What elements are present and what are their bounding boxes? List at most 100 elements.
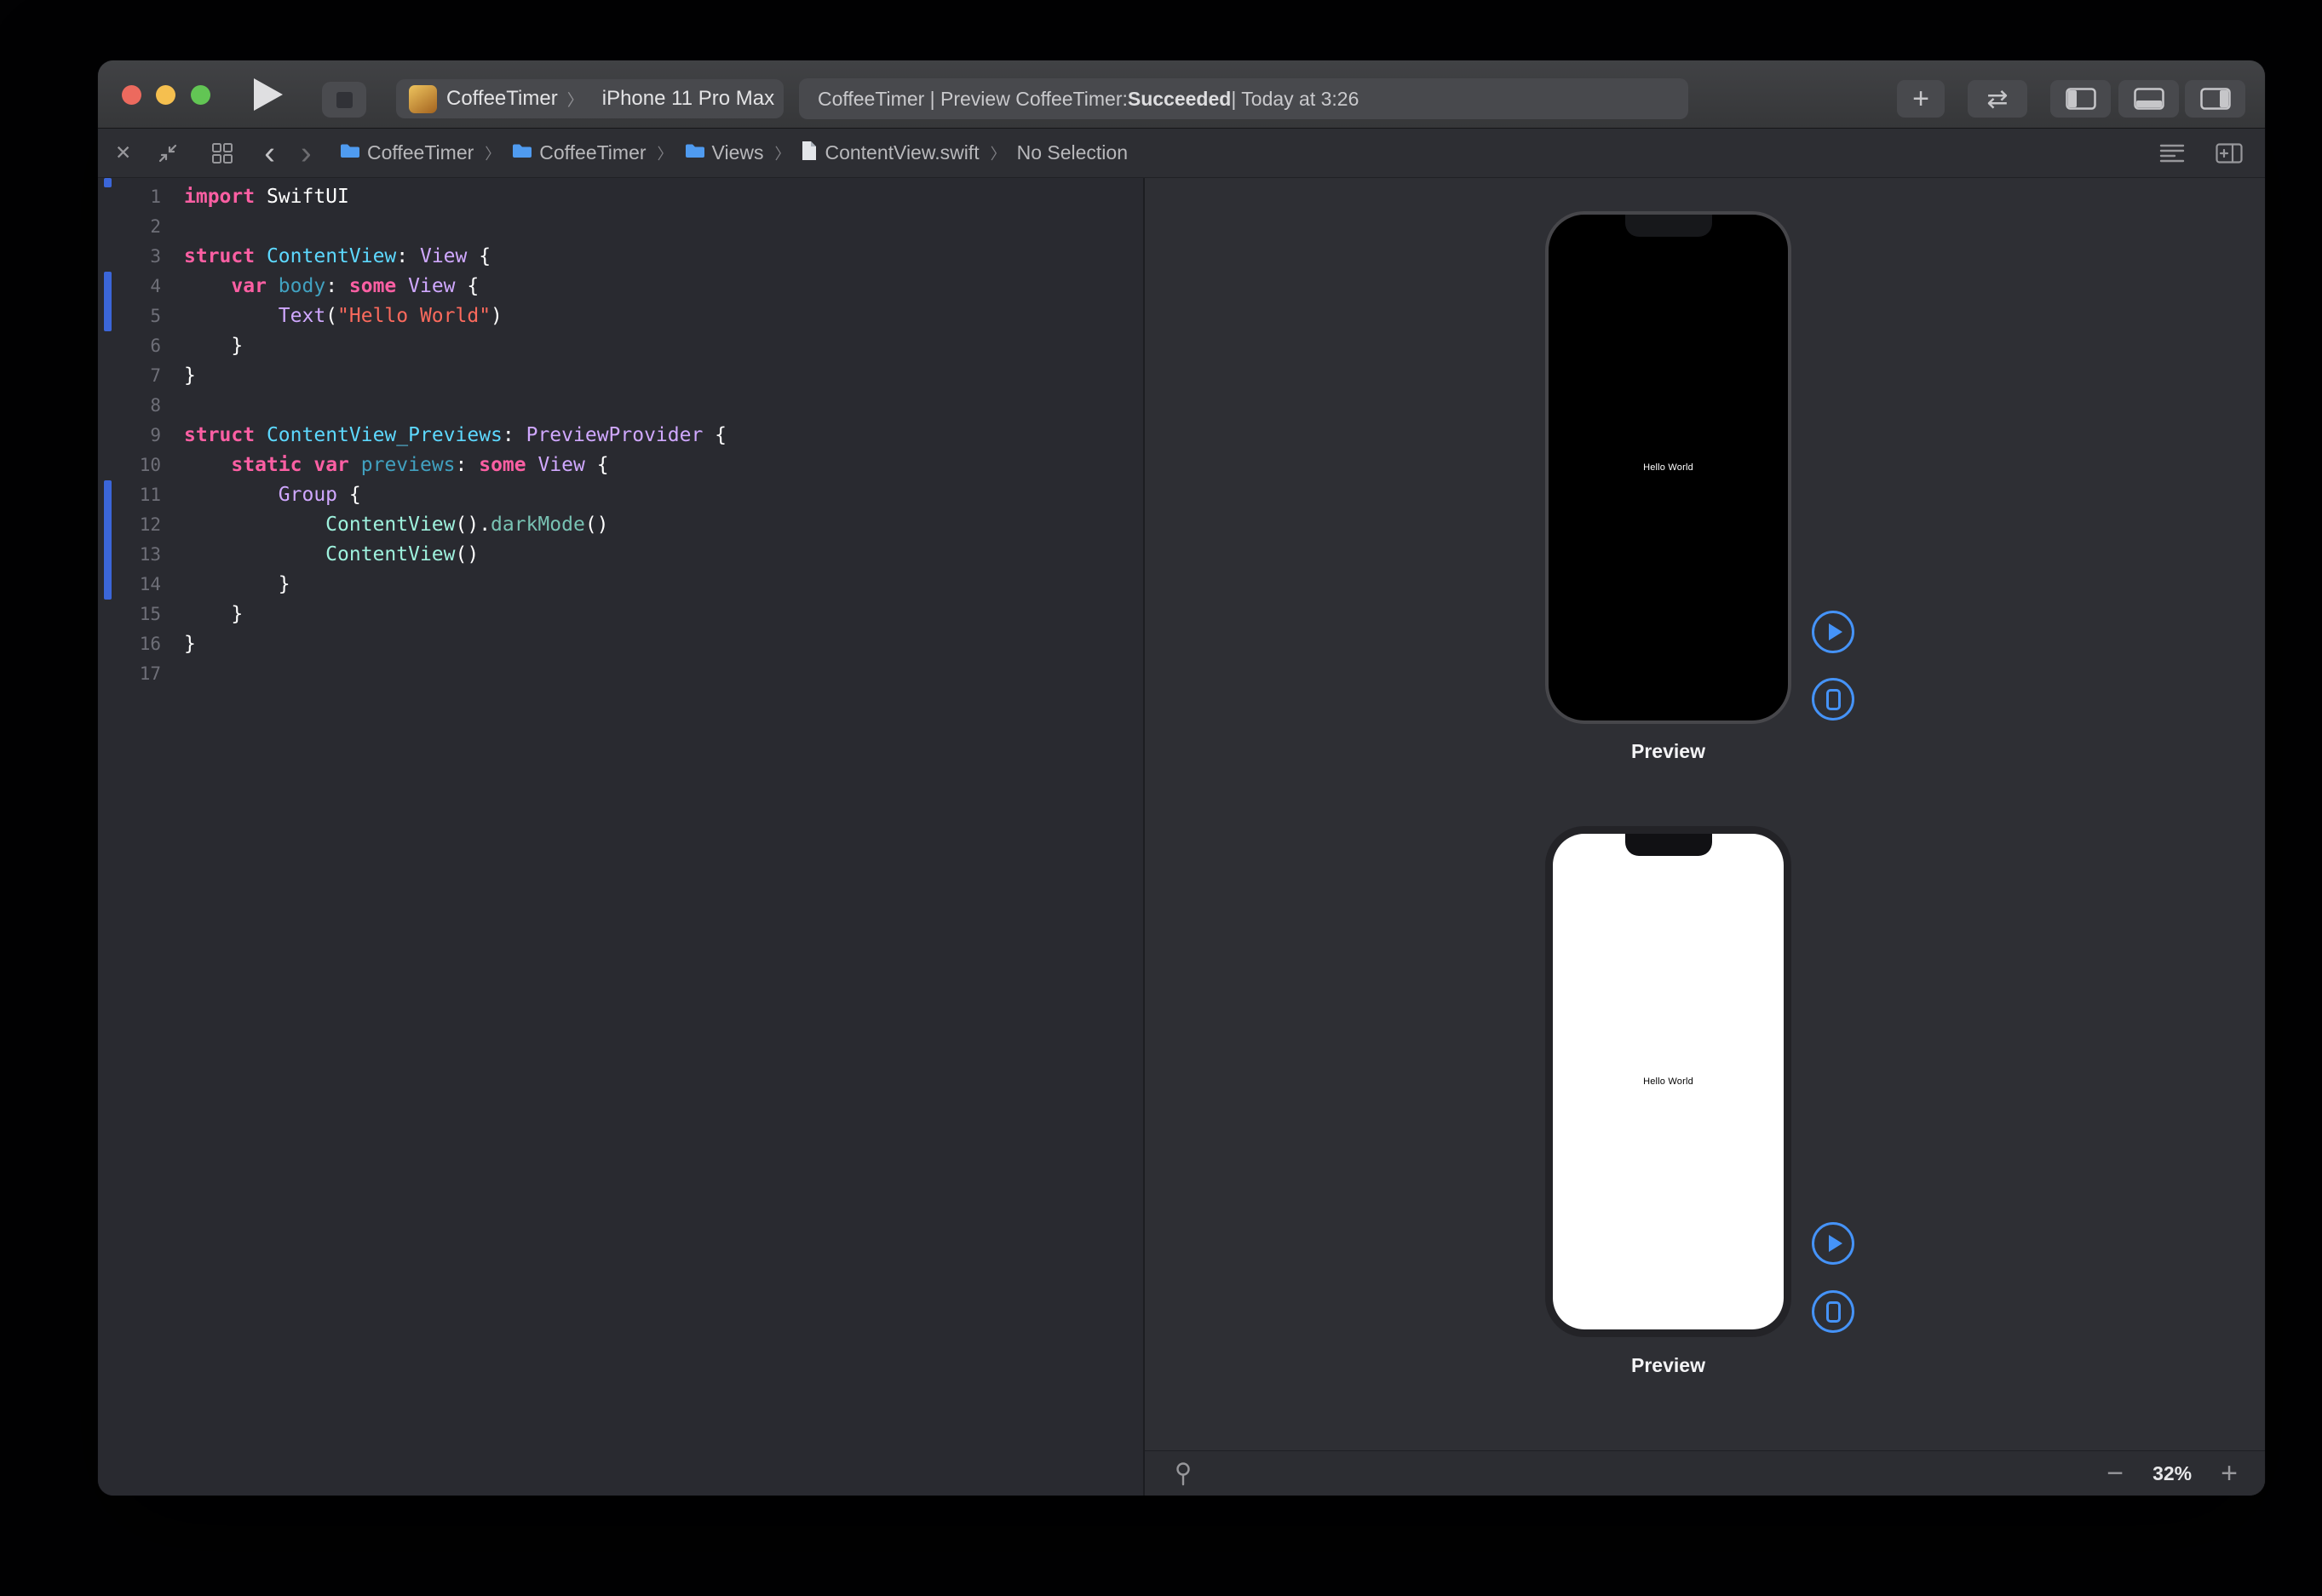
preview-device-light[interactable]: Hello World [1545, 826, 1791, 1337]
line-number: 5 [98, 301, 161, 331]
code-line[interactable]: 15 } [98, 600, 1143, 629]
scheme-device-label[interactable]: iPhone 11 Pro Max [602, 87, 774, 111]
preview-screen-text: Hello World [1549, 462, 1788, 473]
library-button[interactable]: + [1897, 80, 1945, 118]
code-text: struct ContentView: View { [161, 245, 491, 267]
forward-button[interactable]: › [301, 137, 312, 169]
code-token-plain: { [456, 275, 480, 297]
breadcrumb-item[interactable]: CoffeeTimer [511, 141, 646, 164]
adjust-editor-options-button[interactable] [2159, 143, 2185, 164]
breadcrumb: CoffeeTimer〉CoffeeTimer〉Views〉ContentVie… [339, 129, 1128, 177]
code-token-plain [184, 305, 279, 327]
breadcrumb-separator: 〉 [483, 142, 502, 164]
jump-bar-controls: ✕ ‹ › [115, 129, 312, 177]
code-token-kw: import [184, 186, 255, 208]
code-text: struct ContentView_Previews: PreviewProv… [161, 424, 727, 446]
breadcrumb-item[interactable]: No Selection [1017, 141, 1128, 164]
zoom-in-button[interactable]: + [2221, 1459, 2238, 1488]
code-line[interactable]: 1import SwiftUI [98, 182, 1143, 212]
code-token-plain: : [325, 275, 349, 297]
pin-preview-button[interactable] [1172, 1461, 1194, 1486]
code-line[interactable]: 9struct ContentView_Previews: PreviewPro… [98, 421, 1143, 451]
code-text: } [161, 573, 290, 595]
breadcrumb-label: CoffeeTimer [539, 141, 646, 164]
play-icon [1829, 1235, 1842, 1252]
line-number: 15 [98, 600, 161, 629]
line-number: 8 [98, 391, 161, 421]
stop-button[interactable] [322, 82, 366, 118]
device-screen: Hello World [1553, 834, 1784, 1329]
scheme-selector[interactable]: CoffeeTimer 〉 iPhone 11 Pro Max [396, 79, 784, 118]
close-editor-button[interactable]: ✕ [115, 141, 131, 164]
preview-on-device-button[interactable] [1812, 1290, 1854, 1333]
back-button[interactable]: ‹ [264, 137, 275, 169]
preview-device-dark[interactable]: Hello World [1545, 211, 1791, 724]
code-token-plain [184, 484, 279, 506]
code-token-plain: } [184, 365, 196, 387]
window-minimize-button[interactable] [156, 85, 175, 105]
code-line[interactable]: 12 ContentView().darkMode() [98, 510, 1143, 540]
code-token-kw: var [231, 275, 267, 297]
preview-on-device-button[interactable] [1812, 678, 1854, 720]
code-token-kw: static [231, 454, 302, 476]
zoom-out-button[interactable]: − [2106, 1459, 2124, 1488]
jump-bar: ✕ ‹ › CoffeeTimer〉CoffeeTimer〉Views〉Cont… [98, 129, 2265, 178]
code-text: } [161, 633, 196, 655]
scheme-target-label[interactable]: CoffeeTimer [446, 87, 558, 111]
folder-icon [339, 141, 359, 164]
toggle-navigator-button[interactable] [2050, 80, 2111, 118]
breadcrumb-item[interactable]: ContentView.swift [801, 141, 979, 166]
breadcrumb-label: ContentView.swift [825, 141, 979, 164]
code-area[interactable]: 1import SwiftUI23struct ContentView: Vie… [98, 182, 1143, 689]
add-editor-button[interactable] [2216, 143, 2243, 164]
canvas-bottom-bar: − 32% + [1145, 1450, 2265, 1496]
window-zoom-button[interactable] [191, 85, 210, 105]
run-button[interactable] [241, 71, 296, 118]
code-text: ContentView() [161, 543, 479, 565]
breadcrumb-separator: 〉 [989, 142, 1008, 164]
toggle-debug-area-button[interactable] [2118, 80, 2179, 118]
line-number: 10 [98, 451, 161, 480]
code-token-plain: ( [325, 305, 337, 327]
source-editor[interactable]: 1import SwiftUI23struct ContentView: Vie… [98, 178, 1143, 1496]
code-line[interactable]: 13 ContentView() [98, 540, 1143, 570]
chevron-icon: 〉 [567, 88, 583, 111]
related-items-button[interactable] [211, 142, 233, 164]
code-line[interactable]: 10 static var previews: some View { [98, 451, 1143, 480]
folder-icon [511, 141, 532, 164]
code-line[interactable]: 7} [98, 361, 1143, 391]
live-preview-button[interactable] [1812, 1222, 1854, 1265]
device-icon [1826, 1301, 1841, 1323]
activity-viewer[interactable]: CoffeeTimer | Preview CoffeeTimer: Succe… [799, 78, 1688, 119]
line-number: 11 [98, 480, 161, 510]
live-preview-button[interactable] [1812, 611, 1854, 653]
preview-label: Preview [1545, 740, 1791, 763]
code-line[interactable]: 5 Text("Hello World") [98, 301, 1143, 331]
code-token-kw: struct [184, 424, 255, 446]
toggle-inspector-button[interactable] [2185, 80, 2245, 118]
code-line[interactable]: 11 Group { [98, 480, 1143, 510]
breadcrumb-item[interactable]: Views [684, 141, 764, 164]
code-line[interactable]: 6 } [98, 331, 1143, 361]
code-token-plain [184, 275, 231, 297]
code-line[interactable]: 14 } [98, 570, 1143, 600]
code-token-plain [396, 275, 408, 297]
code-line[interactable]: 8 [98, 391, 1143, 421]
code-token-plain: () [585, 514, 609, 536]
code-token-str: "Hello World" [337, 305, 491, 327]
jump-bar-right-controls [2159, 129, 2243, 177]
focus-editor-button[interactable] [157, 142, 179, 164]
code-review-button[interactable]: ⇄ [1968, 80, 2027, 118]
code-line[interactable]: 16} [98, 629, 1143, 659]
code-token-plain: : [456, 454, 480, 476]
code-line[interactable]: 4 var body: some View { [98, 272, 1143, 301]
code-text: import SwiftUI [161, 186, 349, 208]
line-number: 16 [98, 629, 161, 659]
code-line[interactable]: 17 [98, 659, 1143, 689]
zoom-controls: − 32% + [2106, 1451, 2265, 1496]
code-line[interactable]: 3struct ContentView: View { [98, 242, 1143, 272]
window-close-button[interactable] [122, 85, 141, 105]
code-line[interactable]: 2 [98, 212, 1143, 242]
breadcrumb-item[interactable]: CoffeeTimer [339, 141, 474, 164]
code-text: var body: some View { [161, 275, 479, 297]
